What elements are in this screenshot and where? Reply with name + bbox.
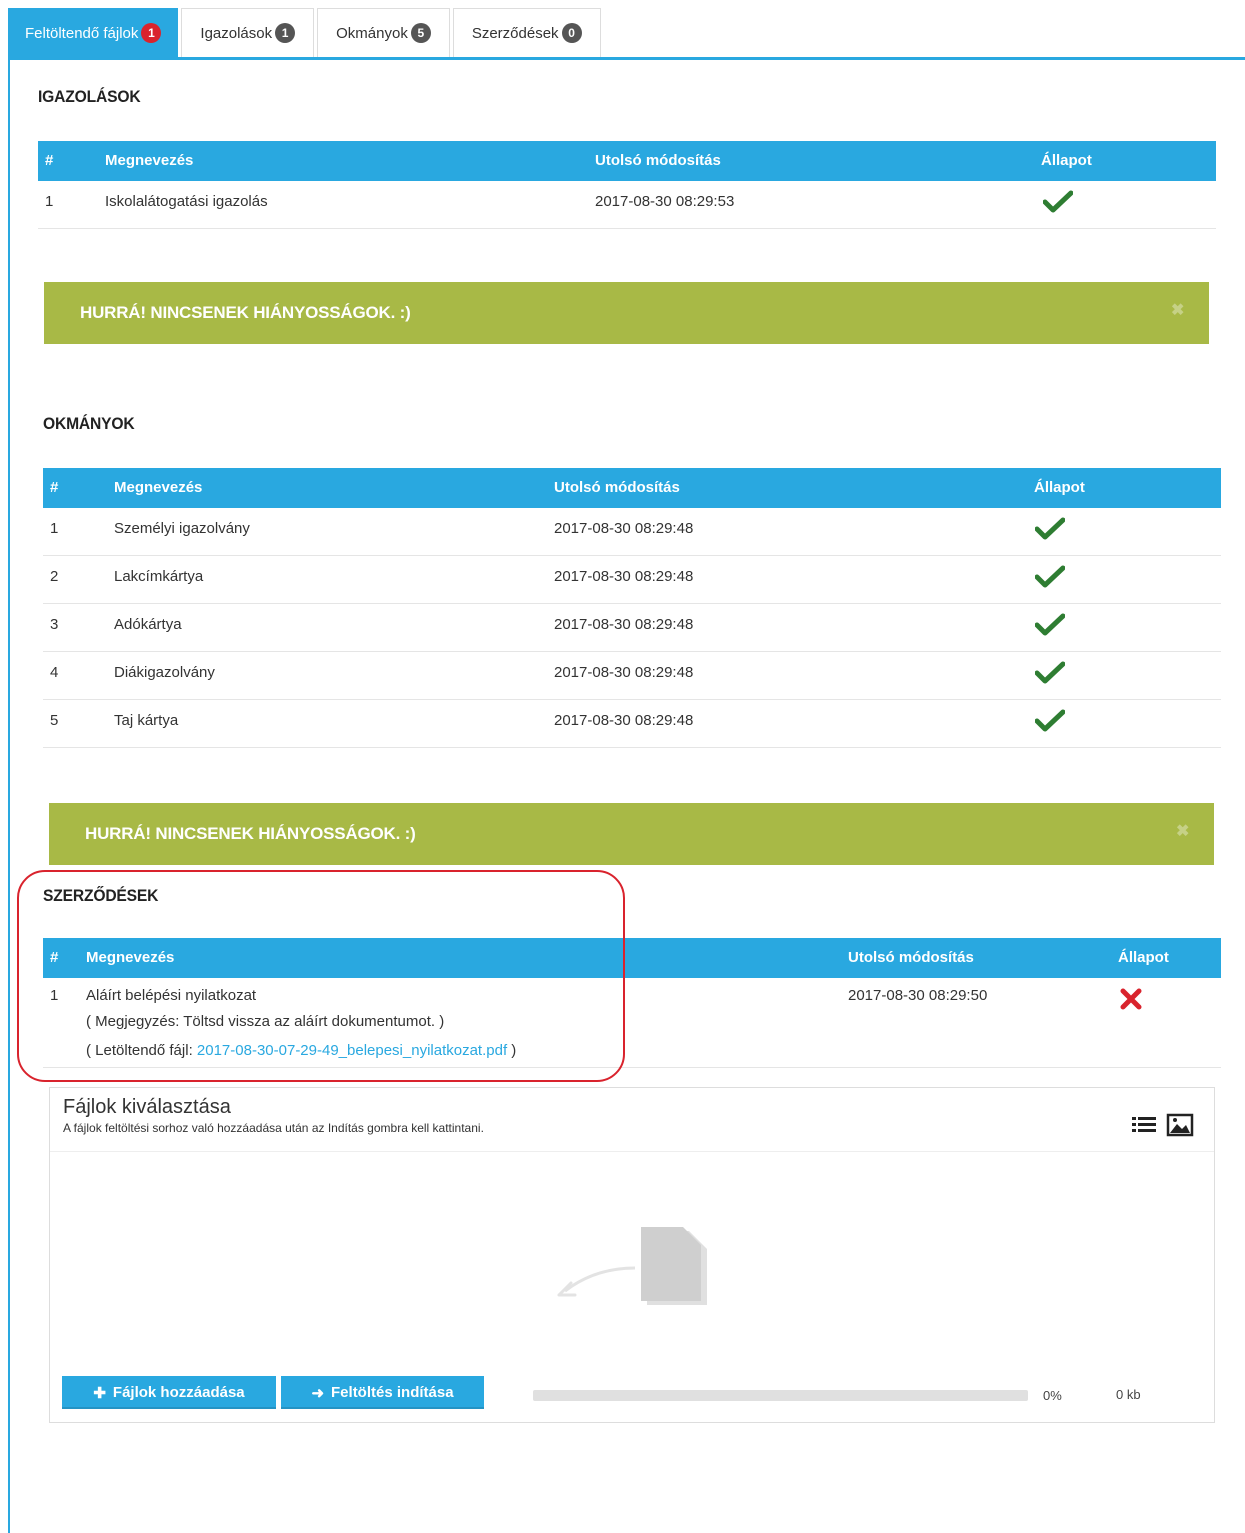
table-row: 1 Személyi igazolvány 2017-08-30 08:29:4… [43, 508, 1221, 556]
row-modified: 2017-08-30 08:29:48 [554, 568, 694, 585]
row-num: 1 [50, 987, 59, 1004]
col-modified: Utolsó módosítás [595, 152, 721, 169]
check-icon [1043, 190, 1073, 213]
row-num: 4 [50, 664, 59, 681]
table-row: 3 Adókártya 2017-08-30 08:29:48 [43, 604, 1221, 652]
col-status: Állapot [1034, 479, 1085, 496]
row-name: Adókártya [114, 616, 182, 633]
table-row: 1 Aláírt belépési nyilatkozat ( Megjegyz… [43, 978, 1221, 1068]
tab-underline [8, 57, 1245, 60]
row-num: 3 [50, 616, 59, 633]
add-files-button[interactable]: ✚ Fájlok hozzáadása [62, 1376, 276, 1409]
row-modified: 2017-08-30 08:29:48 [554, 664, 694, 681]
row-num: 1 [45, 193, 54, 210]
file-suffix: ) [507, 1042, 517, 1059]
col-name: Megnevezés [114, 479, 203, 496]
success-alert: HURRÁ! NINCSENEK HIÁNYOSSÁGOK. :) ✖ [44, 282, 1209, 344]
table-row: 4 Diákigazolvány 2017-08-30 08:29:48 [43, 652, 1221, 700]
count-badge: 0 [561, 23, 582, 43]
file-prefix: ( Letöltendő fájl: [86, 1042, 197, 1059]
row-name: Lakcímkártya [114, 568, 204, 585]
col-num: # [45, 152, 54, 169]
start-upload-button[interactable]: ➜ Feltöltés indítása [281, 1376, 484, 1409]
row-name: Diákigazolvány [114, 664, 215, 681]
table-header: # Megnevezés Utolsó módosítás Állapot [43, 938, 1221, 978]
section-title-szerzodesek: SZERZŐDÉSEK [43, 886, 159, 905]
col-num: # [50, 949, 59, 966]
table-row: 1 Iskolalátogatási igazolás 2017-08-30 0… [38, 181, 1216, 229]
close-icon[interactable]: ✖ [1171, 303, 1185, 319]
col-status: Állapot [1041, 152, 1092, 169]
col-modified: Utolsó módosítás [848, 949, 974, 966]
row-modified: 2017-08-30 08:29:50 [848, 987, 988, 1004]
arrow-right-icon: ➜ [311, 1384, 325, 1402]
section-title-okmanyok: OKMÁNYOK [43, 414, 135, 433]
check-icon [1035, 709, 1065, 732]
col-status: Állapot [1118, 949, 1169, 966]
upload-size: 0 kb [1116, 1387, 1141, 1402]
row-modified: 2017-08-30 08:29:53 [595, 193, 735, 210]
tab-bar: Feltöltendő fájlok 1 Igazolások 1 Okmány… [8, 8, 604, 57]
upload-progress-bar [533, 1390, 1028, 1401]
tab-szerzodesek[interactable]: Szerződések 0 [452, 8, 601, 57]
row-modified: 2017-08-30 08:29:48 [554, 616, 694, 633]
x-icon [1120, 988, 1142, 1010]
tab-igazolasok[interactable]: Igazolások 1 [181, 8, 315, 57]
row-name: Taj kártya [114, 712, 179, 729]
table-row: 2 Lakcímkártya 2017-08-30 08:29:48 [43, 556, 1221, 604]
alert-text: HURRÁ! NINCSENEK HIÁNYOSSÁGOK. :) [85, 824, 416, 843]
col-modified: Utolsó módosítás [554, 479, 680, 496]
thumbnail-view-icon[interactable] [1166, 1113, 1194, 1137]
tab-label: Feltöltendő fájlok [25, 24, 139, 42]
drop-files-icon [557, 1227, 707, 1305]
download-file-link[interactable]: 2017-08-30-07-29-49_belepesi_nyilatkozat… [197, 1042, 507, 1059]
start-upload-label: Feltöltés indítása [331, 1384, 454, 1401]
section-title-igazolasok: IGAZOLÁSOK [38, 87, 141, 106]
check-icon [1035, 565, 1065, 588]
row-num: 1 [50, 520, 59, 537]
content-left-border [8, 57, 10, 1533]
col-num: # [50, 479, 59, 496]
row-name: Iskolalátogatási igazolás [105, 193, 268, 210]
add-files-label: Fájlok hozzáadása [112, 1384, 245, 1401]
progress-percent: 0% [1043, 1388, 1062, 1403]
check-icon [1035, 613, 1065, 636]
table-row: 5 Taj kártya 2017-08-30 08:29:48 [43, 700, 1221, 748]
uploader-divider [50, 1151, 1214, 1152]
check-icon [1035, 517, 1065, 540]
row-name: Személyi igazolvány [114, 520, 250, 537]
table-header: # Megnevezés Utolsó módosítás Állapot [43, 468, 1221, 508]
tab-label: Szerződések [471, 24, 559, 42]
tab-okmanyok[interactable]: Okmányok 5 [317, 8, 450, 57]
list-view-icon[interactable] [1130, 1113, 1158, 1137]
plus-icon: ✚ [93, 1384, 106, 1402]
close-icon[interactable]: ✖ [1176, 824, 1190, 840]
tab-feltoltendo-fajlok[interactable]: Feltöltendő fájlok 1 [8, 8, 179, 57]
table-header: # Megnevezés Utolsó módosítás Állapot [38, 141, 1216, 181]
tab-label: Okmányok [336, 24, 408, 42]
count-badge: 5 [410, 23, 431, 43]
col-name: Megnevezés [105, 152, 194, 169]
success-alert: HURRÁ! NINCSENEK HIÁNYOSSÁGOK. :) ✖ [49, 803, 1214, 865]
count-badge: 1 [275, 23, 296, 43]
row-num: 5 [50, 712, 59, 729]
row-file: ( Letöltendő fájl: 2017-08-30-07-29-49_b… [86, 1030, 516, 1072]
row-modified: 2017-08-30 08:29:48 [554, 712, 694, 729]
count-badge: 1 [141, 23, 162, 43]
row-modified: 2017-08-30 08:29:48 [554, 520, 694, 537]
uploader-subtitle: A fájlok feltöltési sorhoz való hozzáadá… [63, 1121, 484, 1135]
col-name: Megnevezés [86, 949, 175, 966]
row-num: 2 [50, 568, 59, 585]
file-uploader: Fájlok kiválasztása A fájlok feltöltési … [49, 1087, 1215, 1423]
uploader-title: Fájlok kiválasztása [63, 1096, 231, 1118]
tab-label: Igazolások [200, 24, 273, 42]
check-icon [1035, 661, 1065, 684]
alert-text: HURRÁ! NINCSENEK HIÁNYOSSÁGOK. :) [80, 303, 411, 322]
